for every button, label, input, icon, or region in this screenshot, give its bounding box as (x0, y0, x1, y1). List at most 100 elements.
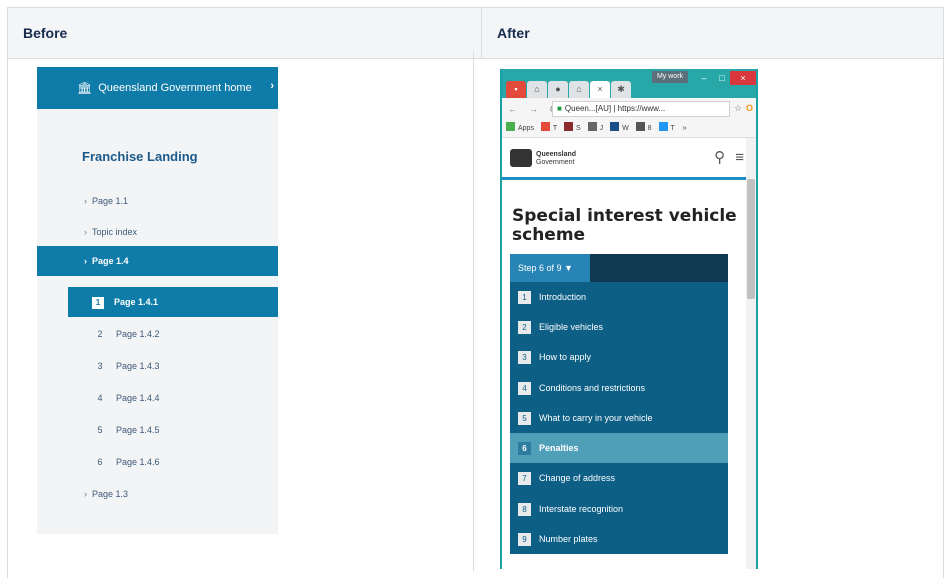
step-number: 2 (518, 321, 531, 334)
browser-toolbar: ← → C ■Queen...[AU] | https://www... ☆ O (502, 98, 756, 120)
sub-item-number: 5 (97, 425, 103, 435)
maximize-icon[interactable]: □ (712, 71, 732, 85)
sub-item-label: Page 1.4.3 (116, 361, 160, 371)
sub-item-page-1-4-1-active[interactable]: 1 Page 1.4.1 (68, 287, 278, 317)
nav-item-page-1-3[interactable]: › Page 1.3 (84, 489, 128, 499)
bookmark-apps[interactable]: Apps (518, 125, 534, 132)
step-item[interactable]: 1 Introduction (510, 282, 728, 312)
bookmark-item[interactable]: W (622, 125, 629, 132)
extension-icon[interactable]: O (746, 103, 753, 113)
chevron-right-icon: › (84, 196, 87, 206)
browser-tab[interactable]: ▪ (506, 81, 526, 98)
bookmark-icon (540, 122, 550, 131)
step-item[interactable]: 3 How to apply (510, 342, 728, 372)
sub-item-page-1-4-5[interactable]: 5 Page 1.4.5 (94, 425, 160, 435)
step-number: 8 (518, 503, 531, 516)
sub-item-label: Page 1.4.1 (114, 297, 159, 307)
back-icon[interactable]: ← (508, 104, 517, 114)
side-navigation: Franchise Landing › Page 1.1 › Topic index… (37, 109, 278, 534)
nav-item-label: Page 1.1 (92, 196, 129, 206)
nav-item-page-1-4-active[interactable]: › Page 1.4 (37, 246, 278, 276)
browser-tab[interactable]: ⌂ (527, 81, 547, 98)
step-item-current[interactable]: 6 Penalties (510, 433, 728, 463)
sub-item-label: Page 1.4.5 (116, 425, 160, 435)
step-label: Penalties (539, 443, 579, 453)
step-number: 4 (518, 382, 531, 395)
more-bookmarks-icon[interactable]: » (683, 125, 687, 132)
step-item[interactable]: 7 Change of address (510, 463, 728, 493)
step-item[interactable]: 8 Interstate recognition (510, 494, 728, 524)
step-label: Change of address (539, 473, 616, 483)
minimize-icon[interactable]: – (694, 71, 714, 85)
nav-item-label: Topic index (92, 227, 138, 237)
nav-item-label: Page 1.4 (92, 256, 129, 266)
header-after: After (481, 8, 943, 58)
step-label: Conditions and restrictions (539, 383, 646, 393)
gov-home-link[interactable]: 🏛 Queensland Government home › (37, 67, 278, 109)
chevron-right-icon: › (270, 80, 274, 92)
bookmarks-bar: Apps T S J W 8 T » (502, 120, 756, 138)
bookmark-item[interactable]: T (671, 125, 675, 132)
building-icon: 🏛 (77, 81, 93, 95)
sub-item-number: 4 (97, 393, 103, 403)
bookmark-icon (587, 122, 597, 131)
step-item[interactable]: 2 Eligible vehicles (510, 312, 728, 342)
step-selector-dropdown[interactable]: Step 6 of 9 ▼ (510, 254, 590, 282)
address-bar[interactable]: ■ Queen...[AU] | https://www... (552, 101, 730, 117)
table-header: Before After (8, 8, 943, 59)
close-icon[interactable]: × (730, 71, 756, 85)
address-text: Queen...[AU] | https://www... (564, 104, 666, 113)
queensland-crest-logo[interactable] (510, 149, 532, 167)
bookmark-item[interactable]: S (576, 125, 581, 132)
sub-item-page-1-4-6[interactable]: 6 Page 1.4.6 (94, 457, 159, 467)
logo-text: Queensland Government (536, 151, 576, 167)
step-number: 5 (518, 412, 531, 425)
nav-item-page-1-1[interactable]: › Page 1.1 (84, 196, 128, 206)
header-before: Before (23, 25, 68, 41)
logo-line-1: Queensland (536, 151, 577, 158)
browser-tab-strip: ▪ ⌂ ● ⌂ × ✱ My work – □ × (502, 69, 756, 98)
chevron-right-icon: › (84, 489, 87, 499)
menu-icon[interactable]: ≡ (735, 149, 744, 166)
steps-list: 1 Introduction 2 Eligible vehicles 3 How to… (510, 282, 728, 554)
browser-tab[interactable]: ✱ (611, 81, 631, 98)
bookmark-item[interactable]: J (600, 125, 604, 132)
bookmark-icon (610, 122, 620, 131)
browser-tab[interactable]: ⌂ (569, 81, 589, 98)
site-header: Queensland Government ⚲ ≡ (502, 138, 756, 180)
bookmark-icon (635, 122, 645, 131)
sub-item-number: 2 (97, 329, 103, 339)
gov-home-label: Queensland Government home (98, 82, 252, 94)
step-number: 9 (518, 533, 531, 546)
search-icon[interactable]: ⚲ (714, 149, 725, 166)
sub-item-label: Page 1.4.4 (116, 393, 160, 403)
sub-item-page-1-4-3[interactable]: 3 Page 1.4.3 (94, 361, 160, 371)
browser-tab-active[interactable]: × (590, 81, 610, 98)
sub-item-page-1-4-4[interactable]: 4 Page 1.4.4 (94, 393, 160, 403)
sub-item-number: 6 (97, 457, 103, 467)
step-item[interactable]: 4 Conditions and restrictions (510, 373, 728, 403)
forward-icon[interactable]: → (529, 104, 538, 114)
bookmark-icon (564, 122, 574, 131)
bookmark-icon (658, 122, 668, 131)
logo-line-2: Government (536, 159, 575, 166)
nav-item-topic-index[interactable]: › Topic index (84, 227, 137, 237)
sub-item-number: 1 (92, 297, 104, 309)
nav-title: Franchise Landing (82, 149, 198, 164)
bookmark-item[interactable]: 8 (648, 125, 652, 132)
step-label: Number plates (539, 534, 598, 544)
step-item[interactable]: 9 Number plates (510, 524, 728, 554)
step-number: 3 (518, 351, 531, 364)
scrollbar-thumb[interactable] (747, 179, 755, 299)
step-item[interactable]: 5 What to carry in your vehicle (510, 403, 728, 433)
sub-item-number: 3 (97, 361, 103, 371)
step-bar: Step 6 of 9 ▼ (510, 254, 728, 282)
star-icon[interactable]: ☆ (734, 103, 742, 114)
bookmark-item[interactable]: T (553, 125, 557, 132)
browser-tab[interactable]: ● (548, 81, 568, 98)
apps-icon (506, 122, 515, 131)
nav-item-label: Page 1.3 (92, 489, 129, 499)
step-label: Interstate recognition (539, 504, 624, 514)
sub-item-page-1-4-2[interactable]: 2 Page 1.4.2 (94, 329, 159, 339)
step-label: How to apply (539, 352, 592, 362)
